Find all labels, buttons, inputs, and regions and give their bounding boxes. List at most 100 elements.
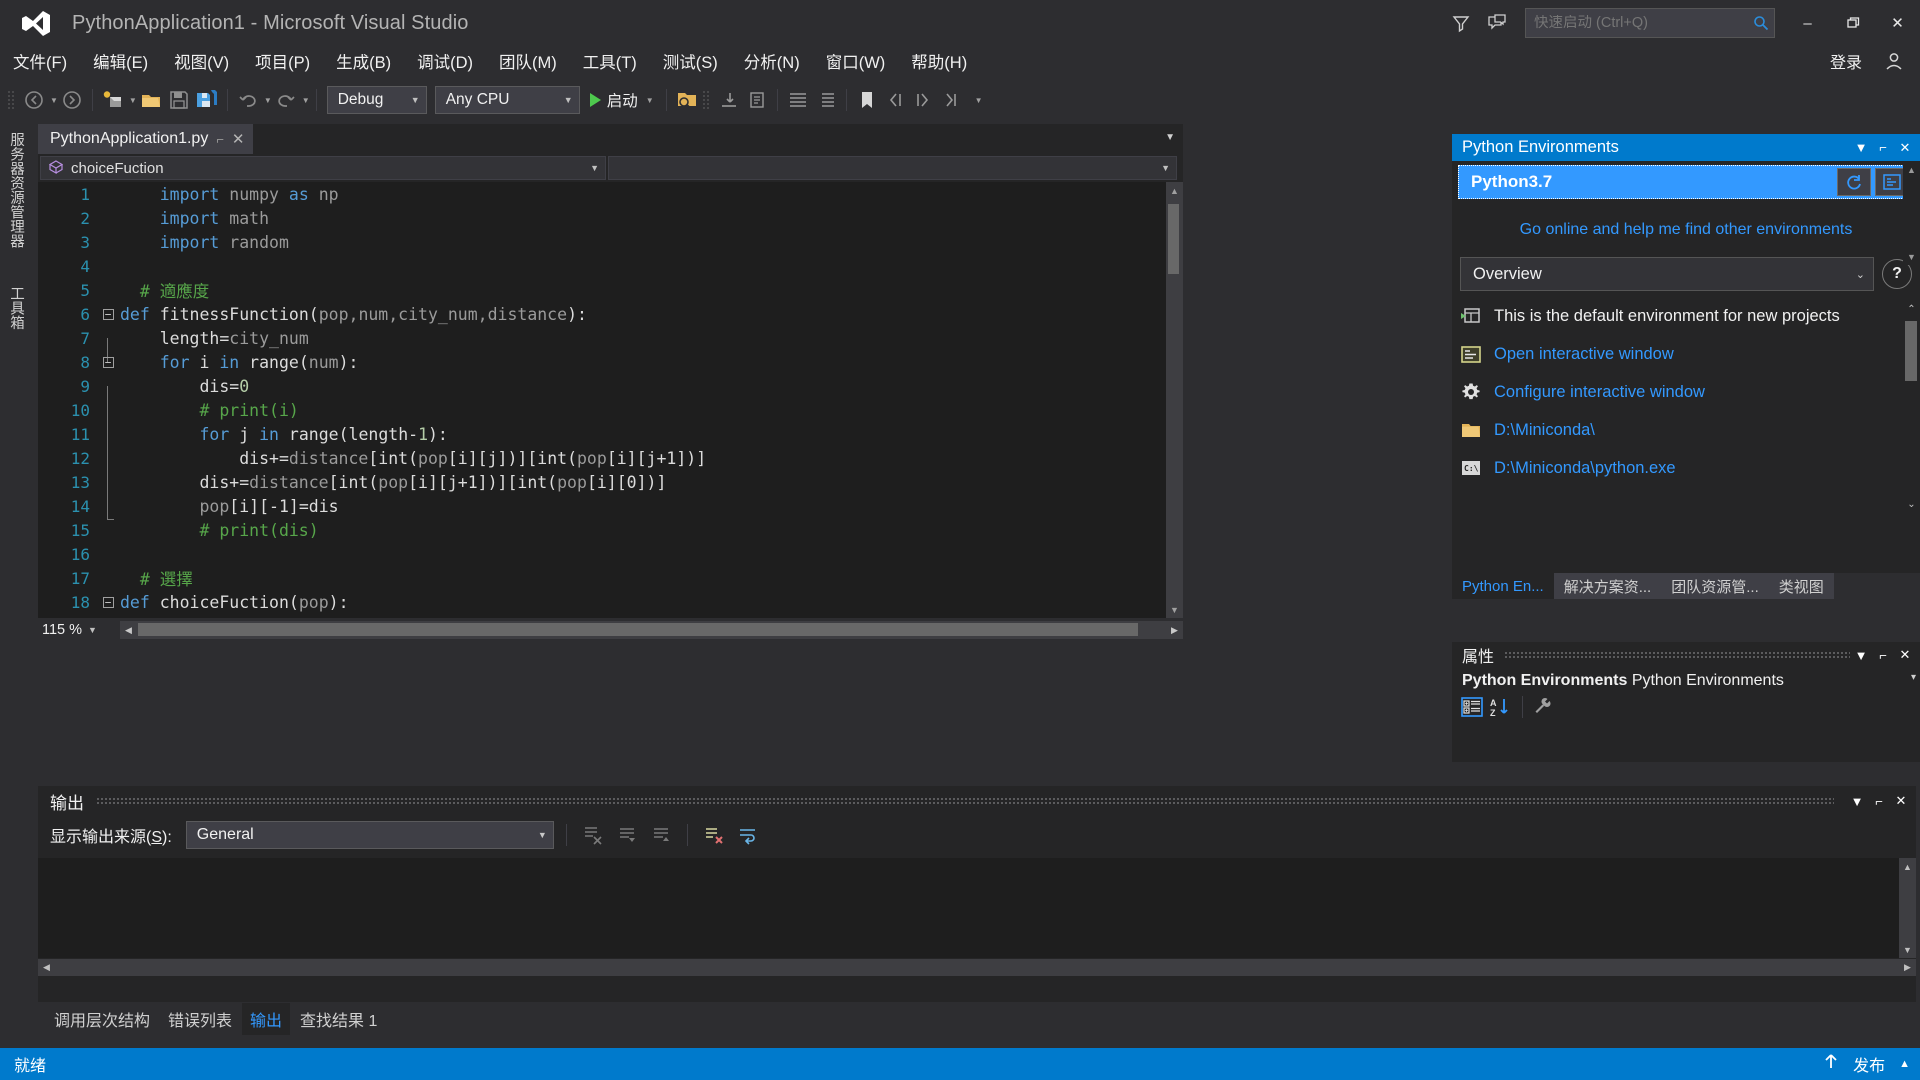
menu-item-team[interactable]: 团队(M): [486, 46, 570, 76]
output-vertical-scrollbar[interactable]: ▲ ▼: [1899, 858, 1916, 958]
go-to-previous-icon[interactable]: [613, 821, 641, 849]
overview-row-text[interactable]: D:\Miniconda\python.exe: [1494, 457, 1676, 479]
code-line[interactable]: 9 dis=0: [38, 374, 1166, 410]
undo-icon[interactable]: [234, 86, 262, 114]
code-line[interactable]: 15 # print(dis): [38, 518, 1166, 542]
step-over-icon[interactable]: [743, 86, 771, 114]
overview-scrollbar[interactable]: ⌃ ⌄: [1903, 301, 1920, 513]
sidebar-item-toolbox[interactable]: 工具箱: [0, 278, 33, 338]
maximize-button[interactable]: [1830, 0, 1875, 46]
menu-item-build[interactable]: 生成(B): [323, 46, 404, 76]
overview-row-open-interactive-window[interactable]: Open interactive window: [1460, 343, 1912, 365]
scroll-down-arrow-icon[interactable]: ▼: [1903, 248, 1920, 265]
menu-item-window[interactable]: 窗口(W): [813, 46, 899, 76]
scroll-down-arrow-icon[interactable]: ▼: [1166, 601, 1183, 618]
navigate-forward-icon[interactable]: [58, 86, 86, 114]
menu-item-help[interactable]: 帮助(H): [898, 46, 980, 76]
close-icon[interactable]: ✕: [1894, 647, 1916, 663]
outlining-glyph[interactable]: −: [96, 356, 120, 368]
overview-row-install-path[interactable]: D:\Miniconda\: [1460, 419, 1912, 441]
code-line[interactable]: 18− def choiceFuction(pop):: [38, 590, 1166, 614]
environment-list-item-python37[interactable]: Python3.7: [1458, 165, 1914, 199]
view-select[interactable]: Overview ⌄: [1460, 257, 1874, 291]
scroll-up-arrow-icon[interactable]: ▲: [1899, 858, 1916, 875]
pin-icon[interactable]: ⌐: [1872, 648, 1894, 663]
alphabetical-sort-icon[interactable]: AZ: [1488, 696, 1512, 718]
scroll-right-arrow-icon[interactable]: ▶: [1899, 962, 1916, 973]
undo-caret-icon[interactable]: ▼: [264, 96, 272, 105]
close-icon[interactable]: ✕: [232, 130, 245, 148]
refresh-icon[interactable]: [1837, 168, 1871, 196]
new-project-caret-icon[interactable]: ▼: [129, 96, 137, 105]
scroll-up-arrow-icon[interactable]: ▲: [1166, 182, 1183, 199]
code-line[interactable]: 4: [38, 254, 1166, 278]
quick-launch-input[interactable]: [1526, 15, 1748, 31]
minimize-button[interactable]: –: [1785, 0, 1830, 46]
code-lines-container[interactable]: 1 import numpy as np 2 import math 3 impor…: [38, 182, 1166, 619]
menu-item-file[interactable]: 文件(F): [0, 46, 80, 76]
chevron-down-icon[interactable]: ▼: [1850, 140, 1872, 155]
increase-indent-icon[interactable]: [812, 86, 840, 114]
outlining-glyph[interactable]: −: [96, 596, 120, 608]
code-line[interactable]: 16: [38, 542, 1166, 566]
tab-call-hierarchy[interactable]: 调用层次结构: [46, 1003, 158, 1035]
editor-zoom-combo[interactable]: 115 % ▼: [38, 619, 120, 641]
start-caret-icon[interactable]: ▼: [646, 96, 654, 105]
publish-button[interactable]: 发布: [1853, 1052, 1885, 1076]
overview-row-interpreter-path[interactable]: C:\ D:\Miniconda\python.exe: [1460, 457, 1912, 479]
tab-class-view[interactable]: 类视图: [1768, 573, 1834, 599]
navigation-member-combo[interactable]: choiceFuction ▼: [40, 156, 606, 180]
scroll-up-arrow-icon[interactable]: ▲: [1903, 161, 1920, 178]
quick-launch-box[interactable]: [1525, 8, 1775, 38]
code-editor[interactable]: 1 import numpy as np 2 import math 3 impor…: [38, 182, 1183, 618]
code-line[interactable]: 7 length=city_num: [38, 326, 1166, 362]
pin-icon[interactable]: ⌐: [216, 132, 224, 147]
tab-output[interactable]: 输出: [242, 1003, 291, 1035]
clear-all-icon[interactable]: [579, 821, 607, 849]
toolbar-overflow-icon[interactable]: ▼: [975, 96, 983, 105]
clear-pane-icon[interactable]: [700, 821, 728, 849]
outlining-glyph[interactable]: −: [96, 308, 120, 320]
scroll-left-arrow-icon[interactable]: ◀: [120, 625, 137, 636]
editor-horizontal-scrollbar[interactable]: ◀ ▶: [120, 621, 1183, 639]
navigation-type-combo[interactable]: ▼: [608, 156, 1177, 180]
code-line[interactable]: 5 # 適應度: [38, 278, 1166, 302]
output-source-combo[interactable]: General ▼: [185, 821, 554, 849]
open-file-icon[interactable]: [137, 86, 165, 114]
tab-error-list[interactable]: 错误列表: [160, 1003, 240, 1035]
code-line[interactable]: 1 import numpy as np: [38, 182, 1166, 206]
bookmark-icon[interactable]: [853, 86, 881, 114]
start-debugging-button[interactable]: 启动 ▼: [584, 89, 660, 111]
nav-last-icon[interactable]: [937, 86, 965, 114]
properties-page-icon[interactable]: [1533, 696, 1557, 718]
go-to-next-icon[interactable]: [647, 821, 675, 849]
chevron-down-icon[interactable]: ▼: [1850, 648, 1872, 663]
navigate-back-caret-icon[interactable]: ▼: [50, 96, 58, 105]
feedback-funnel-icon[interactable]: [1443, 5, 1479, 41]
search-icon[interactable]: [1748, 15, 1774, 31]
save-icon[interactable]: [165, 86, 193, 114]
overview-row-text[interactable]: Configure interactive window: [1494, 381, 1705, 403]
menu-item-test[interactable]: 测试(S): [650, 46, 731, 76]
menu-item-analyze[interactable]: 分析(N): [731, 46, 813, 76]
chevron-down-icon[interactable]: ⌄: [1856, 268, 1865, 281]
redo-caret-icon[interactable]: ▼: [302, 96, 310, 105]
menu-item-project[interactable]: 项目(P): [242, 46, 323, 76]
toolbar-grip[interactable]: [700, 89, 711, 111]
decrease-indent-icon[interactable]: [784, 86, 812, 114]
collapse-minus-icon[interactable]: −: [102, 596, 114, 608]
scroll-up-arrow-icon[interactable]: ⌃: [1903, 301, 1920, 318]
menu-item-view[interactable]: 视图(V): [161, 46, 242, 76]
close-button[interactable]: ✕: [1875, 0, 1920, 46]
code-line[interactable]: 17 # 選擇: [38, 566, 1166, 590]
scroll-right-arrow-icon[interactable]: ▶: [1166, 625, 1183, 636]
code-line[interactable]: 10 # print(i): [38, 398, 1166, 434]
navigate-back-icon[interactable]: [20, 86, 48, 114]
upload-arrow-icon[interactable]: [1823, 1053, 1839, 1076]
tab-find-results-1[interactable]: 查找结果 1: [292, 1003, 385, 1035]
chevron-down-icon[interactable]: ▼: [1846, 794, 1868, 809]
tab-python-environments[interactable]: Python En...: [1452, 573, 1554, 599]
scroll-left-arrow-icon[interactable]: ◀: [38, 962, 55, 973]
chevron-down-icon[interactable]: ▼: [590, 163, 599, 173]
chevron-down-icon[interactable]: ▼: [1161, 163, 1170, 173]
